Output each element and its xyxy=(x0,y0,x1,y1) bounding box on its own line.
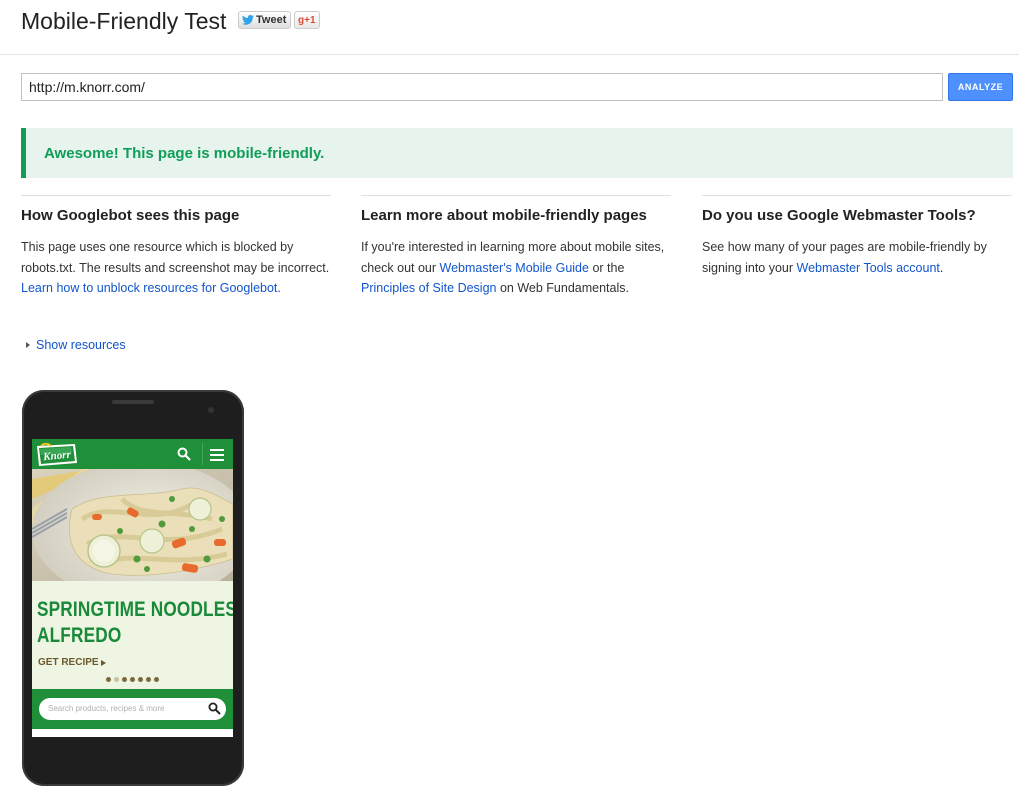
webmaster-tools-description: See how many of your pages are mobile-fr… xyxy=(702,237,1012,278)
carousel-dot[interactable] xyxy=(114,677,119,682)
carousel-dot[interactable] xyxy=(138,677,143,682)
analyze-label: ANALYZE xyxy=(957,82,1004,92)
recipe-title-line-1: SPRINGTIME NOODLES xyxy=(37,598,233,621)
get-recipe-label: GET RECIPE xyxy=(38,657,99,668)
mobile-topbar: Knorr xyxy=(32,439,233,469)
webmaster-tools-text-2: . xyxy=(939,260,944,275)
learn-more-text-2: or the xyxy=(588,260,625,275)
googlebot-text: This page uses one resource which is blo… xyxy=(21,240,330,275)
carousel-dot[interactable] xyxy=(154,677,159,682)
google-plus-button[interactable]: g+1 xyxy=(294,11,320,29)
topbar-divider xyxy=(202,443,203,465)
show-resources-toggle[interactable]: Show resources xyxy=(26,338,126,352)
googlebot-heading: How Googlebot sees this page xyxy=(21,207,240,224)
google-plus-label: g+1 xyxy=(298,14,316,26)
carousel-dots[interactable] xyxy=(106,677,159,682)
unblock-resources-link[interactable]: Learn how to unblock resources for Googl… xyxy=(21,281,281,295)
learn-more-text-3: on Web Fundamentals. xyxy=(496,281,629,295)
hero-text-panel: SPRINGTIME NOODLES ALFREDO GET RECIPE xyxy=(32,581,233,689)
phone-screen: Knorr SPRINGTIME NOODLES ALFREDO GET REC… xyxy=(32,439,233,737)
phone-screenshot: Knorr SPRINGTIME NOODLES ALFREDO GET REC… xyxy=(22,390,244,786)
knorr-logo-icon: Knorr xyxy=(37,443,77,466)
learn-more-column: Learn more about mobile-friendly pages I… xyxy=(361,195,671,299)
carousel-dot[interactable] xyxy=(130,677,135,682)
food-hero-image xyxy=(32,469,233,581)
recipe-title-line-2: ALFREDO xyxy=(37,624,122,647)
show-resources-label: Show resources xyxy=(36,338,126,352)
googlebot-column: How Googlebot sees this page This page u… xyxy=(21,195,331,299)
mobile-bottom-bar: Search products, recipes & more xyxy=(32,689,233,729)
result-message: Awesome! This page is mobile-friendly. xyxy=(44,145,325,162)
get-recipe-link[interactable]: GET RECIPE xyxy=(38,657,106,668)
search-icon[interactable] xyxy=(208,702,221,715)
hamburger-menu-icon[interactable] xyxy=(210,449,224,461)
mobile-guide-link[interactable]: Webmaster's Mobile Guide xyxy=(440,261,589,275)
knorr-logo-text: Knorr xyxy=(42,449,72,464)
tweet-button[interactable]: Tweet xyxy=(238,11,292,29)
search-icon[interactable] xyxy=(177,447,191,461)
page-title: Mobile-Friendly Test xyxy=(21,8,227,34)
url-input[interactable] xyxy=(21,73,943,101)
result-banner: Awesome! This page is mobile-friendly. xyxy=(21,128,1013,178)
twitter-bird-icon xyxy=(242,15,254,25)
mobile-search-placeholder: Search products, recipes & more xyxy=(48,704,165,713)
learn-more-heading: Learn more about mobile-friendly pages xyxy=(361,207,647,224)
carousel-dot[interactable] xyxy=(122,677,127,682)
webmaster-tools-column: Do you use Google Webmaster Tools? See h… xyxy=(702,195,1012,278)
webmaster-tools-heading: Do you use Google Webmaster Tools? xyxy=(702,207,976,224)
carousel-dot[interactable] xyxy=(146,677,151,682)
mobile-search-field[interactable]: Search products, recipes & more xyxy=(39,698,226,720)
analyze-button[interactable]: ANALYZE xyxy=(948,73,1013,101)
carousel-dot[interactable] xyxy=(106,677,111,682)
googlebot-description: This page uses one resource which is blo… xyxy=(21,237,331,299)
recipe-title[interactable]: SPRINGTIME NOODLES ALFREDO xyxy=(37,597,233,649)
phone-camera xyxy=(208,407,214,413)
triangle-right-icon xyxy=(26,342,30,348)
tweet-label: Tweet xyxy=(256,14,287,26)
learn-more-description: If you're interested in learning more ab… xyxy=(361,237,671,299)
webmaster-tools-account-link[interactable]: Webmaster Tools account xyxy=(797,261,940,275)
phone-speaker xyxy=(112,400,154,404)
site-design-link[interactable]: Principles of Site Design xyxy=(361,281,496,295)
header: Mobile-Friendly Test Tweet g+1 xyxy=(0,0,1019,55)
arrow-right-icon xyxy=(100,659,106,666)
